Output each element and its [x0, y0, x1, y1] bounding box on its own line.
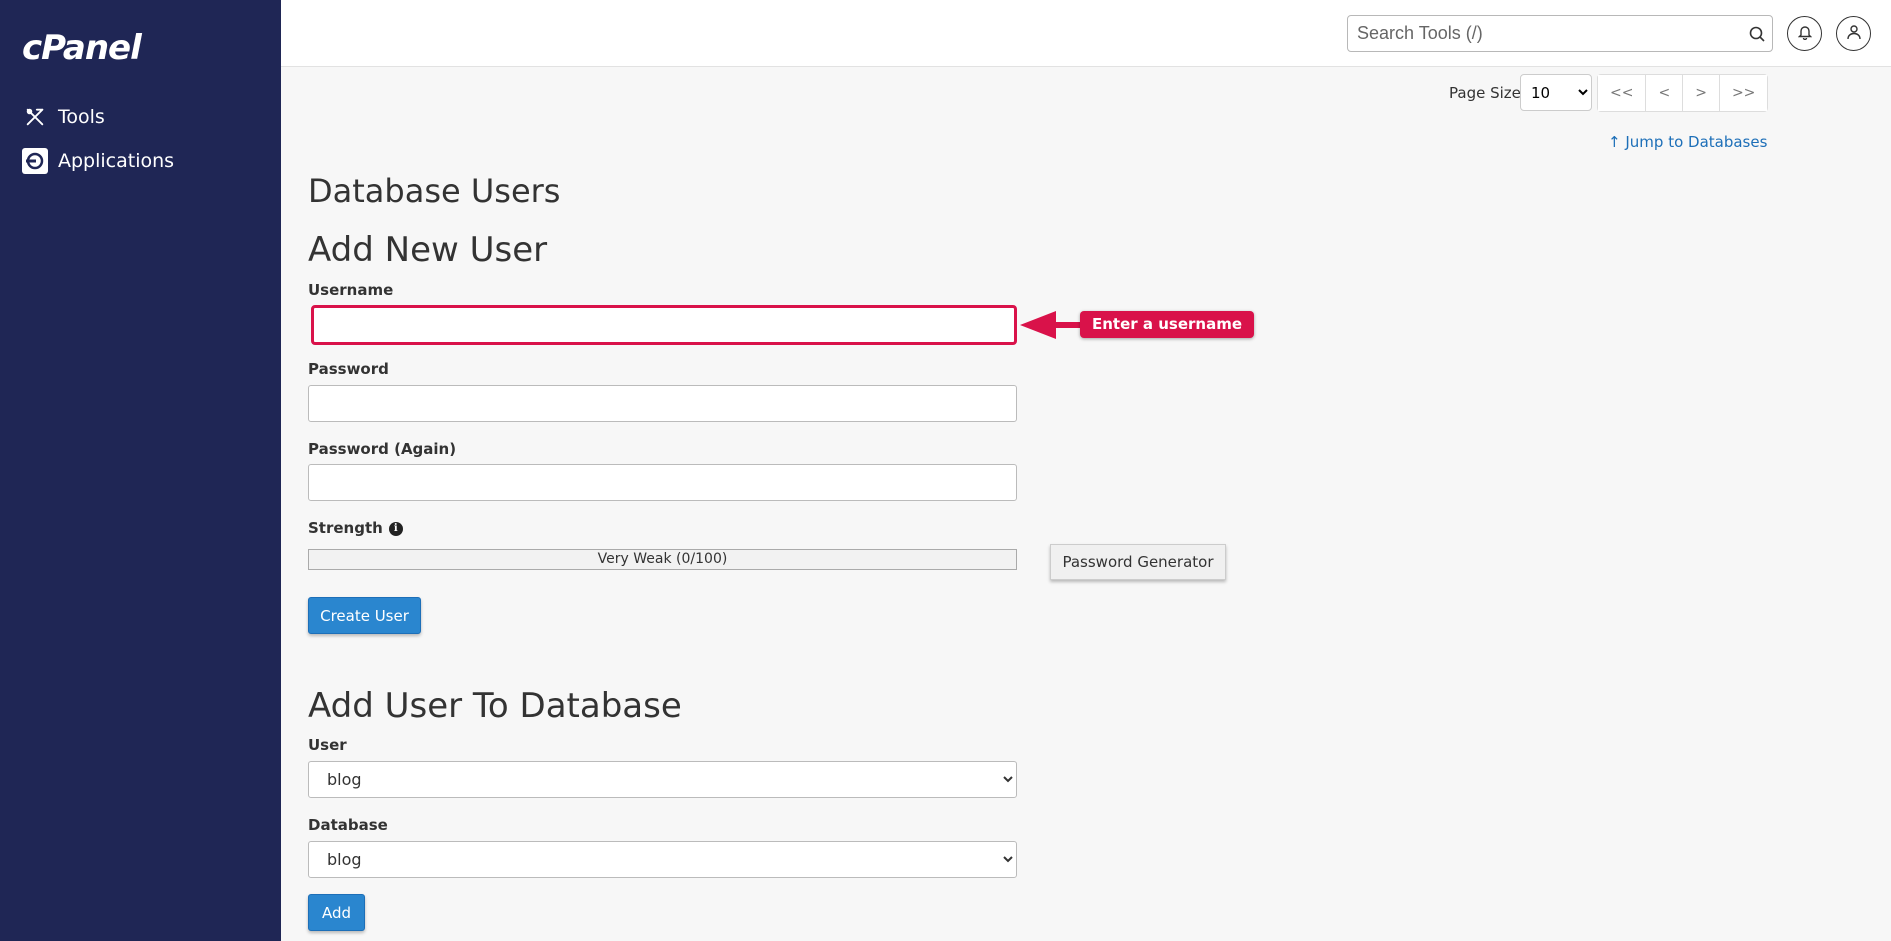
password-again-label: Password (Again) — [308, 440, 457, 458]
password-input[interactable] — [308, 385, 1017, 422]
last-page-button[interactable]: >> — [1719, 75, 1768, 111]
top-header — [281, 0, 1891, 67]
info-icon[interactable]: i — [388, 521, 403, 536]
user-menu-button[interactable] — [1836, 16, 1871, 51]
search-box — [1347, 15, 1773, 52]
database-label: Database — [308, 816, 388, 834]
sidebar-item-tools[interactable]: Tools — [22, 104, 105, 130]
annotation-label: Enter a username — [1080, 311, 1255, 338]
prev-page-button[interactable]: < — [1646, 75, 1684, 111]
user-select[interactable]: blog — [308, 761, 1017, 798]
annotation-arrow-icon — [1020, 311, 1080, 339]
page-size-label: Page Size — [1449, 84, 1521, 102]
next-page-button[interactable]: > — [1683, 75, 1720, 111]
sidebar-item-label: Tools — [58, 106, 105, 128]
username-input[interactable] — [311, 305, 1017, 345]
page-title: Database Users — [308, 172, 561, 210]
user-label: User — [308, 736, 347, 754]
sidebar-item-label: Applications — [58, 150, 175, 172]
password-generator-button[interactable]: Password Generator — [1050, 544, 1226, 580]
sidebar-item-applications[interactable]: Applications — [22, 148, 174, 174]
arrow-up-icon: ↑ — [1608, 133, 1621, 151]
strength-label-row: Strength i — [308, 519, 403, 537]
notifications-button[interactable] — [1787, 16, 1822, 51]
password-again-input[interactable] — [308, 464, 1017, 501]
sidebar: cPanel Tools Applications — [0, 0, 281, 941]
pagination-controls: << < > >> — [1597, 74, 1769, 112]
password-label: Password — [308, 360, 389, 378]
cpanel-logo[interactable]: cPanel — [22, 28, 142, 68]
jump-to-databases-link[interactable]: ↑ Jump to Databases — [1608, 133, 1767, 151]
username-label: Username — [308, 281, 394, 299]
applications-icon — [22, 148, 48, 174]
bell-icon — [1797, 24, 1812, 44]
database-select[interactable]: blog — [308, 841, 1017, 878]
add-user-to-database-heading: Add User To Database — [308, 686, 682, 726]
search-icon[interactable] — [1742, 26, 1772, 42]
user-icon — [1846, 24, 1862, 44]
page-size-select[interactable]: 10 — [1520, 74, 1592, 111]
password-strength-meter: Very Weak (0/100) — [308, 549, 1017, 570]
search-input[interactable] — [1348, 16, 1742, 51]
first-page-button[interactable]: << — [1598, 75, 1647, 111]
tools-icon — [22, 104, 48, 130]
add-new-user-heading: Add New User — [308, 230, 548, 270]
strength-label: Strength — [308, 519, 383, 537]
add-button[interactable]: Add — [308, 894, 365, 931]
create-user-button[interactable]: Create User — [308, 597, 421, 634]
